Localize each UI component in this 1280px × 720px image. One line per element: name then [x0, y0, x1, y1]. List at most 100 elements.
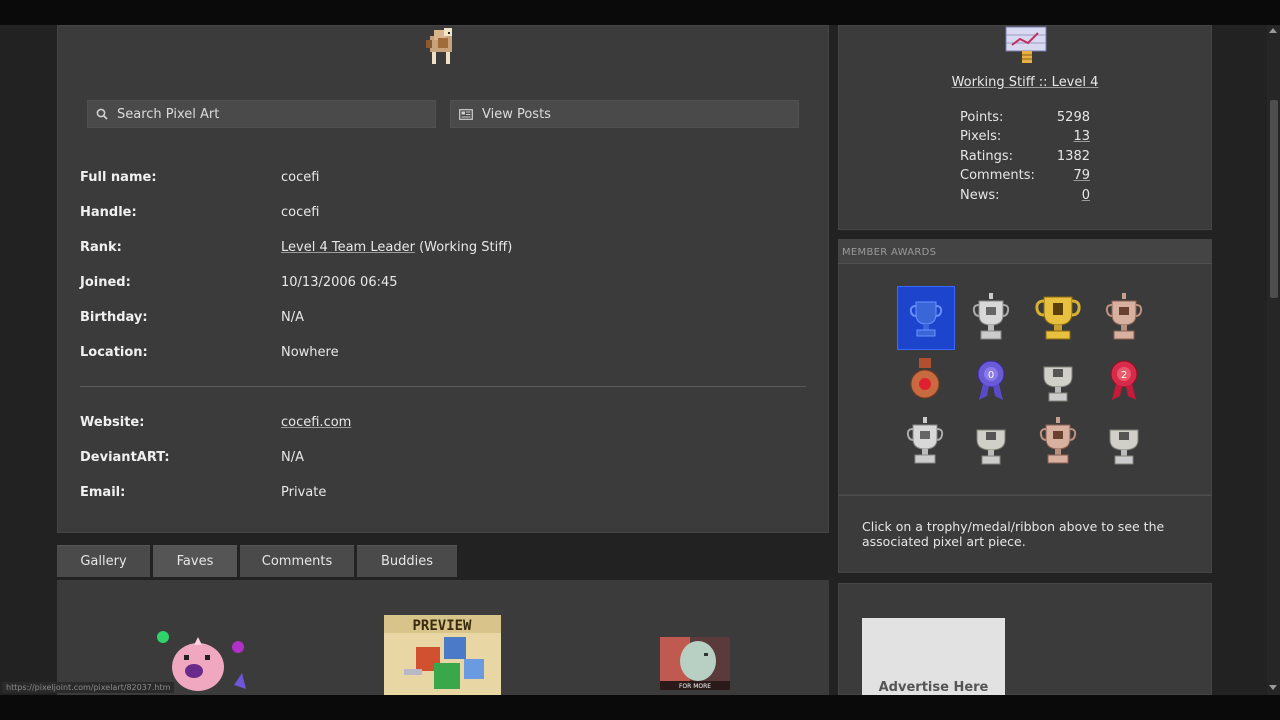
- deviantart-row: DeviantART: N/A: [80, 450, 800, 470]
- deviantart-label: DeviantART:: [80, 450, 170, 465]
- website-link[interactable]: cocefi.com: [281, 415, 351, 430]
- scroll-down-icon[interactable]: [1269, 685, 1277, 690]
- handle-value: cocefi: [281, 205, 320, 220]
- view-posts-label: View Posts: [482, 106, 551, 122]
- pixels-link[interactable]: 13: [1073, 129, 1090, 144]
- view-posts-button[interactable]: View Posts: [450, 100, 799, 128]
- email-row: Email: Private: [80, 485, 800, 505]
- stat-pixels: Pixels: 13: [960, 129, 1100, 147]
- birthday-row: Birthday: N/A: [80, 310, 800, 330]
- award-trophy-2[interactable]: [967, 290, 1015, 344]
- award-trophy-9[interactable]: [1100, 418, 1148, 472]
- joined-value: 10/13/2006 06:45: [281, 275, 398, 290]
- browser-bottom-bar: [0, 695, 1280, 720]
- stat-news: News: 0: [960, 188, 1100, 206]
- award-trophy-8[interactable]: [1034, 414, 1082, 468]
- divider: [80, 386, 806, 387]
- browser-top-bar: [0, 0, 1280, 25]
- award-ribbon-red[interactable]: 2: [1100, 352, 1148, 406]
- gallery-thumb-3[interactable]: FOR MORE: [660, 637, 730, 690]
- location-row: Location: Nowhere: [80, 345, 800, 365]
- news-value: 0: [1082, 188, 1090, 203]
- tab-faves[interactable]: Faves: [153, 545, 237, 577]
- rank-badge-icon: [1005, 26, 1047, 63]
- fullname-row: Full name: cocefi: [80, 170, 800, 190]
- preview-label: PREVIEW: [412, 618, 472, 634]
- news-label: News:: [960, 188, 1000, 203]
- rank-label: Rank:: [80, 240, 122, 255]
- location-label: Location:: [80, 345, 148, 360]
- joined-label: Joined:: [80, 275, 131, 290]
- awards-panel: [838, 239, 1212, 495]
- award-trophy-1[interactable]: [897, 286, 955, 350]
- location-value: Nowhere: [281, 345, 339, 360]
- website-value: cocefi.com: [281, 415, 351, 430]
- trophy-icon: [1039, 417, 1077, 464]
- pixels-label: Pixels:: [960, 129, 1002, 144]
- award-ribbon-blue[interactable]: 0: [967, 352, 1015, 406]
- stat-comments: Comments: 79: [960, 168, 1100, 186]
- news-link[interactable]: 0: [1082, 188, 1090, 203]
- rank-value: Level 4 Team Leader (Working Stiff): [281, 240, 512, 255]
- tab-buddies[interactable]: Buddies: [357, 545, 457, 577]
- email-value: Private: [281, 485, 327, 500]
- comments-link[interactable]: 79: [1073, 168, 1090, 183]
- trophy-icon: [976, 429, 1006, 465]
- trophy-icon: [1109, 429, 1139, 465]
- trophy-icon: [972, 293, 1010, 340]
- comments-value: 79: [1073, 168, 1090, 183]
- fullname-value: cocefi: [281, 170, 320, 185]
- pixels-value: 13: [1073, 129, 1090, 144]
- for-more-label: FOR MORE: [679, 683, 711, 690]
- points-label: Points:: [960, 110, 1004, 125]
- deviantart-value: N/A: [281, 450, 304, 465]
- trophy-icon: [906, 417, 944, 464]
- stat-ratings: Ratings: 1382: [960, 149, 1100, 167]
- rank-suffix: (Working Stiff): [419, 240, 513, 255]
- rank-link[interactable]: Level 4 Team Leader: [281, 240, 415, 255]
- scroll-up-icon[interactable]: [1269, 28, 1277, 33]
- tab-comments[interactable]: Comments: [240, 545, 354, 577]
- newspaper-icon: [459, 108, 473, 120]
- award-trophy-6[interactable]: [901, 414, 949, 468]
- award-medal[interactable]: [901, 352, 949, 406]
- joined-row: Joined: 10/13/2006 06:45: [80, 275, 800, 295]
- award-trophy-5[interactable]: [1034, 355, 1082, 409]
- ratings-label: Ratings:: [960, 149, 1014, 164]
- status-url: https://pixeljoint.com/pixelart/82037.ht…: [2, 682, 175, 693]
- advertise-here-label[interactable]: Advertise Here: [862, 680, 1005, 695]
- points-value: 5298: [1056, 110, 1090, 125]
- rank-title[interactable]: Working Stiff :: Level 4: [838, 75, 1212, 90]
- tab-gallery[interactable]: Gallery: [57, 545, 150, 577]
- website-label: Website:: [80, 415, 145, 430]
- ribbon-icon: 0: [977, 360, 1005, 400]
- search-icon: [96, 108, 108, 120]
- award-trophy-3[interactable]: [1034, 290, 1082, 344]
- medal-icon: [910, 358, 940, 399]
- awards-note: Click on a trophy/medal/ribbon above to …: [862, 519, 1165, 549]
- search-pixel-art-button[interactable]: Search Pixel Art: [87, 100, 436, 128]
- comments-label: Comments:: [960, 168, 1035, 183]
- search-pixel-art-label: Search Pixel Art: [117, 106, 220, 122]
- trophy-icon: [909, 301, 943, 337]
- ribbon-icon: 2: [1110, 360, 1138, 400]
- ratings-value: 1382: [1056, 149, 1090, 164]
- stat-points: Points: 5298: [960, 110, 1100, 128]
- handle-row: Handle: cocefi: [80, 205, 800, 225]
- trophy-icon: [1035, 296, 1081, 340]
- email-label: Email:: [80, 485, 126, 500]
- award-trophy-4[interactable]: [1100, 290, 1148, 344]
- award-trophy-7[interactable]: [967, 418, 1015, 472]
- handle-label: Handle:: [80, 205, 137, 220]
- scrollbar-thumb[interactable]: [1270, 100, 1278, 298]
- trophy-icon: [1043, 366, 1073, 402]
- birthday-label: Birthday:: [80, 310, 148, 325]
- awards-header: MEMBER AWARDS: [838, 239, 1212, 264]
- fullname-label: Full name:: [80, 170, 157, 185]
- gallery-thumb-preview[interactable]: PREVIEW: [384, 615, 501, 695]
- birthday-value: N/A: [281, 310, 304, 325]
- trophy-icon: [1105, 293, 1143, 340]
- rank-title-link[interactable]: Working Stiff :: Level 4: [952, 75, 1099, 90]
- avatar: [426, 28, 452, 64]
- website-row: Website: cocefi.com: [80, 415, 800, 435]
